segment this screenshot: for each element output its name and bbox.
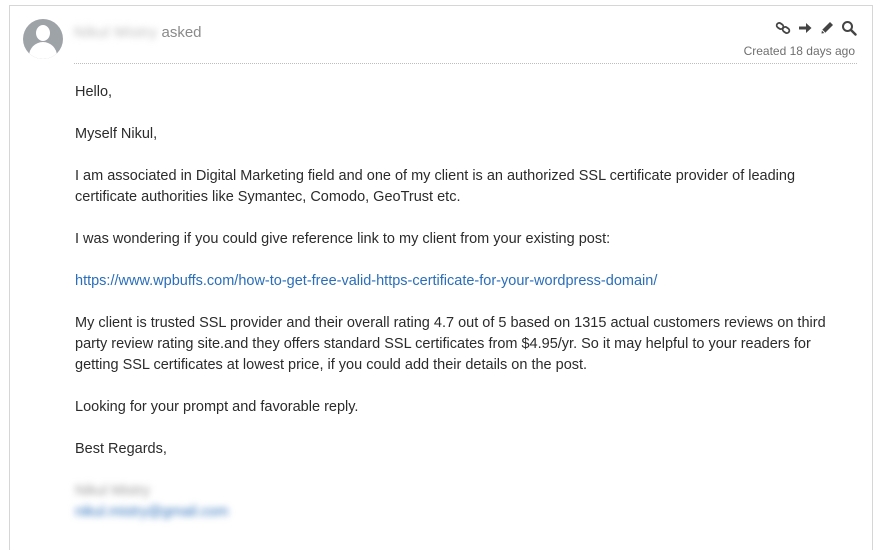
paragraph: Best Regards, xyxy=(75,441,167,457)
paragraph-link: https://www.wpbuffs.com/how-to-get-free-… xyxy=(75,271,835,292)
paragraph: I was wondering if you could give refere… xyxy=(75,231,611,247)
avatar[interactable] xyxy=(23,19,63,59)
paragraph: Hello, xyxy=(75,84,113,100)
paragraph: I am associated in Digital Marketing fie… xyxy=(75,168,796,205)
post-body: Hello, Myself Nikul, I am associated in … xyxy=(75,82,835,523)
reference-link[interactable]: https://www.wpbuffs.com/how-to-get-free-… xyxy=(75,273,657,289)
search-icon[interactable] xyxy=(841,20,857,36)
header-divider xyxy=(74,63,857,64)
signature-email-link[interactable]: nikul.mistry@gmail.com xyxy=(75,504,228,520)
paragraph: Looking for your prompt and favorable re… xyxy=(75,399,359,415)
author-name[interactable]: Nikul Mistry xyxy=(74,24,158,41)
author-row: Nikul Mistry asked xyxy=(74,21,202,43)
avatar-head xyxy=(36,25,50,41)
avatar-body xyxy=(29,42,57,59)
created-timestamp: Created 18 days ago xyxy=(743,44,855,58)
link-icon[interactable] xyxy=(775,20,791,36)
signature-email-line: nikul.mistry@gmail.com xyxy=(75,502,835,523)
paragraph: Myself Nikul, xyxy=(75,126,158,142)
post-toolbar xyxy=(775,20,857,36)
pencil-icon[interactable] xyxy=(819,20,835,36)
paragraph: My client is trusted SSL provider and th… xyxy=(75,315,826,373)
asked-label: asked xyxy=(161,23,202,41)
signature-name: Nikul Mistry xyxy=(75,483,150,499)
arrow-right-icon[interactable] xyxy=(797,20,813,36)
question-card: Nikul Mistry asked Created 18 days ago H… xyxy=(9,5,873,550)
